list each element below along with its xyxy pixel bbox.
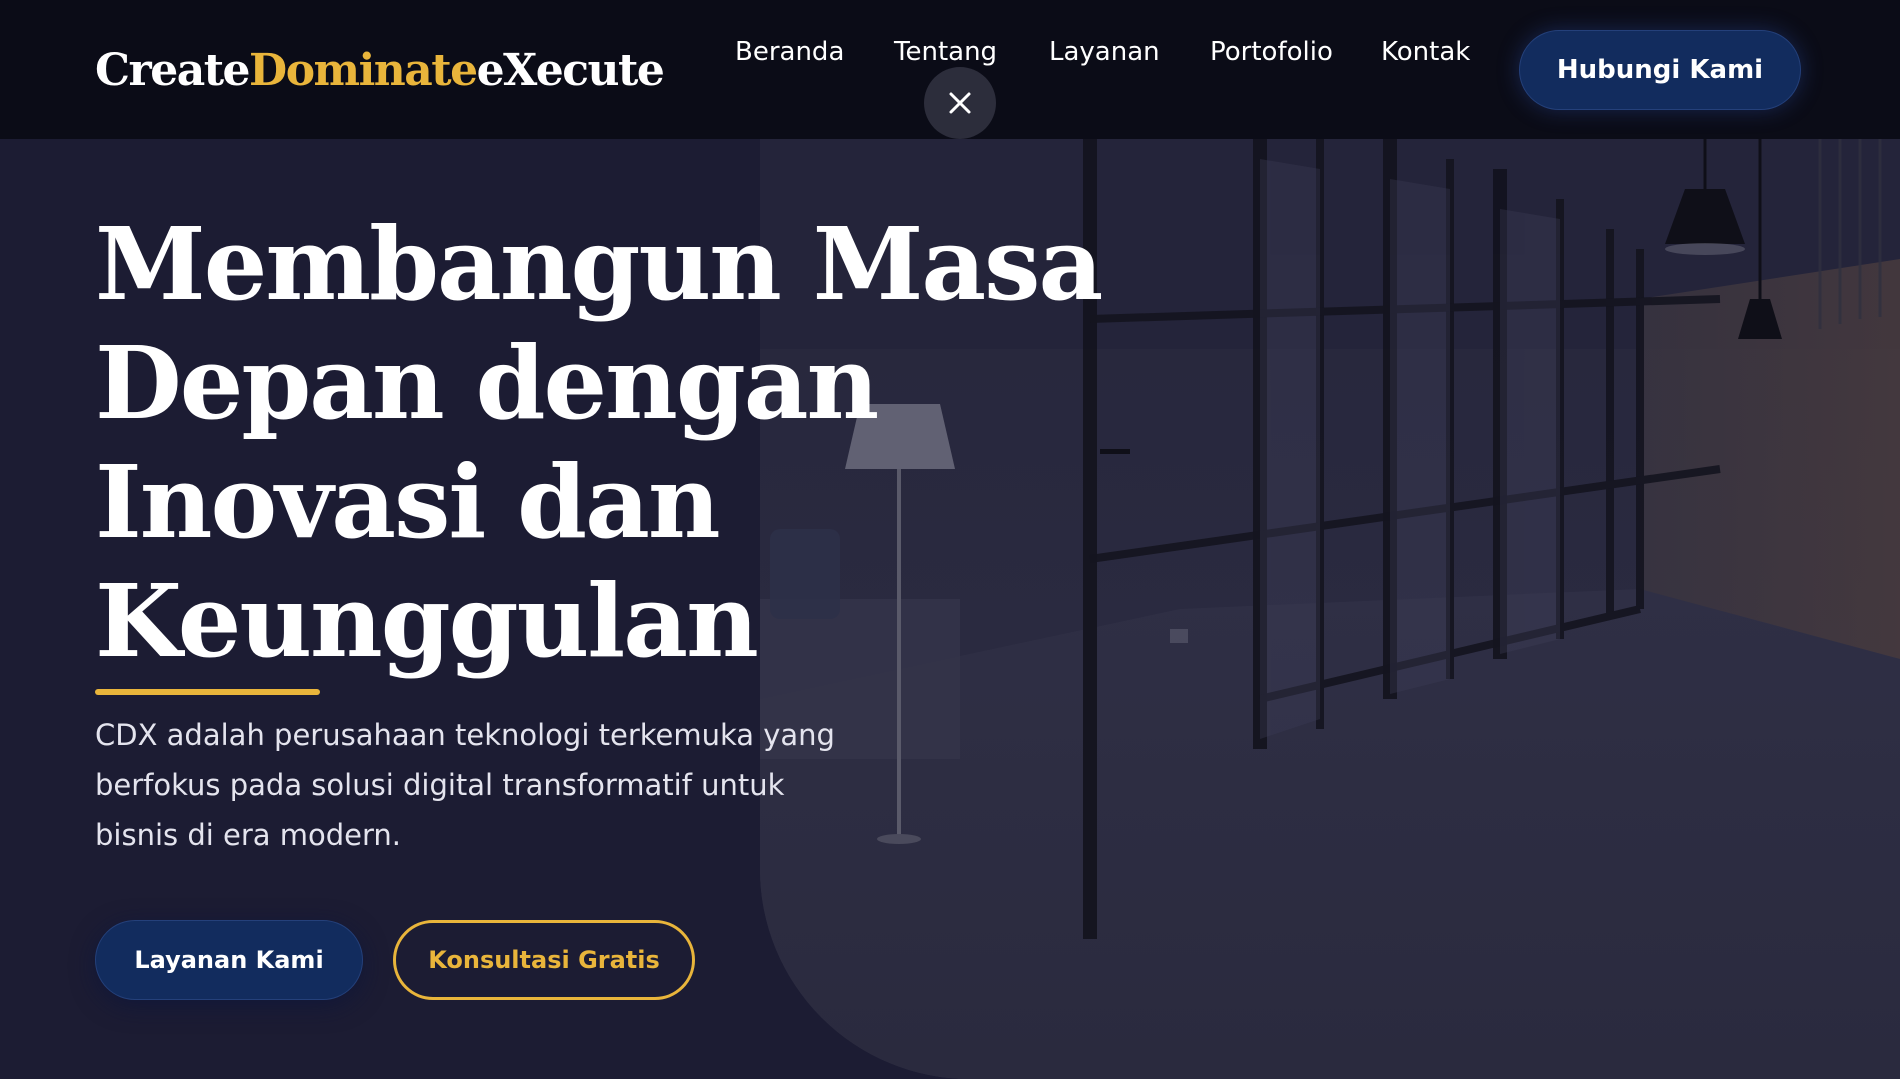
contact-us-button[interactable]: Hubungi Kami bbox=[1519, 30, 1801, 110]
brand-logo[interactable]: CreateDominateeXecute bbox=[95, 44, 665, 98]
landing-page: CreateDominateeXecute Beranda Tentang La… bbox=[0, 0, 1900, 1079]
logo-part-dominate: Dominate bbox=[249, 45, 478, 96]
hero-description-line: bisnis di era modern. bbox=[95, 818, 402, 852]
our-services-button[interactable]: Layanan Kami bbox=[95, 920, 363, 1000]
nav-link-kontak[interactable]: Kontak bbox=[1381, 34, 1470, 70]
hero-description-line: CDX adalah perusahaan teknologi terkemuk… bbox=[95, 718, 835, 752]
logo-part-create: Create bbox=[95, 45, 251, 96]
title-accent-underline bbox=[95, 689, 320, 695]
close-button[interactable] bbox=[924, 67, 996, 139]
hero-description-line: berfokus pada solusi digital transformat… bbox=[95, 768, 785, 802]
hero-title: Membangun Masa Depan dengan Inovasi dan … bbox=[95, 205, 1103, 681]
nav-link-portofolio[interactable]: Portofolio bbox=[1210, 34, 1333, 70]
nav-link-beranda[interactable]: Beranda bbox=[735, 34, 844, 70]
hero-title-line: Depan dengan bbox=[95, 324, 879, 442]
hero-title-line: Membangun Masa bbox=[95, 205, 1103, 323]
close-icon bbox=[949, 92, 971, 114]
logo-part-execute: eXecute bbox=[476, 45, 665, 96]
nav-link-layanan[interactable]: Layanan bbox=[1049, 34, 1160, 70]
top-navbar: CreateDominateeXecute Beranda Tentang La… bbox=[0, 0, 1900, 139]
hero-title-line: Inovasi dan bbox=[95, 443, 721, 561]
free-consultation-button[interactable]: Konsultasi Gratis bbox=[393, 920, 695, 1000]
hero-description: CDX adalah perusahaan teknologi terkemuk… bbox=[95, 710, 915, 860]
nav-link-tentang[interactable]: Tentang bbox=[894, 34, 997, 70]
hero-title-line: Keunggulan bbox=[95, 562, 759, 680]
